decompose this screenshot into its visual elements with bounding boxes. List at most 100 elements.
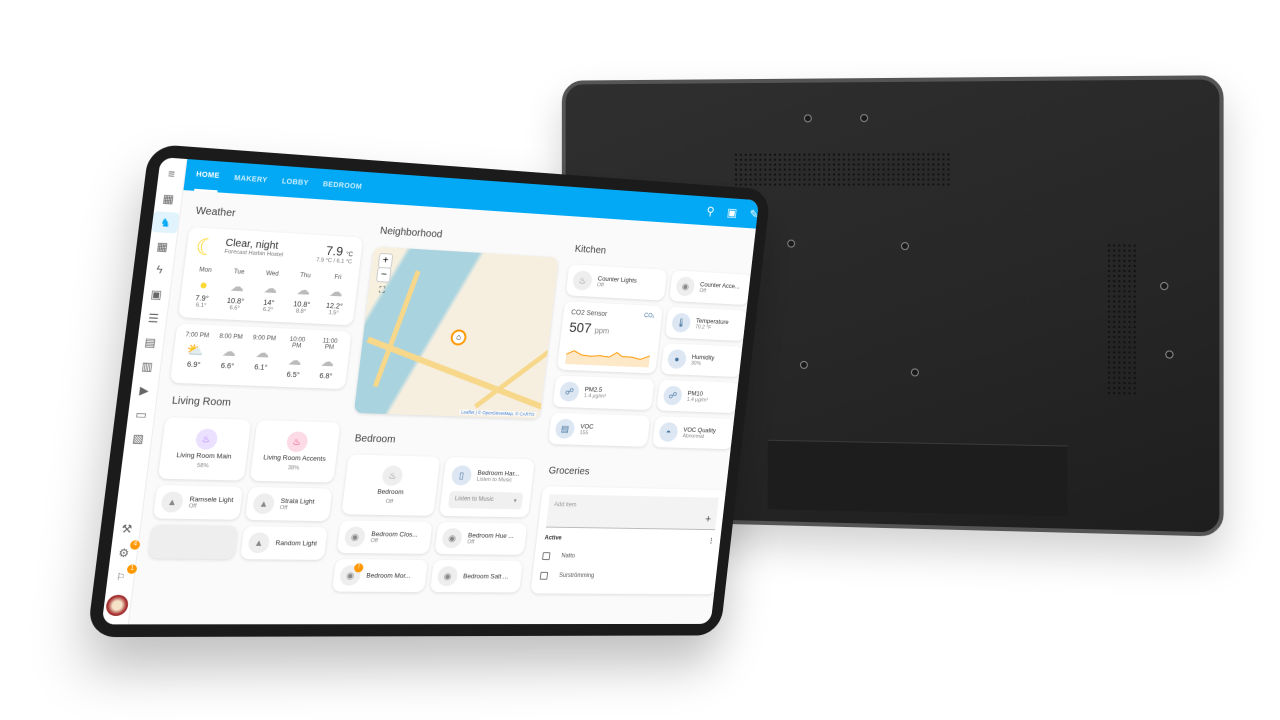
developer-tools-hammer-icon: ⚒ bbox=[120, 522, 133, 536]
home-assistant-dashboard: ≡ ▦ ♞ ▦ ϟ ▣ ☰ ▤ ▥ ▶ ▭ ▧ ⚒ ⚙ 4 ⚐ 1 HOME M… bbox=[101, 157, 760, 625]
tab-bedroom[interactable]: BEDROOM bbox=[321, 170, 363, 200]
menu-icon[interactable]: ≡ bbox=[157, 163, 185, 186]
sidebar-item-developer-tools[interactable]: ⚒ bbox=[112, 518, 141, 539]
sidebar-item-settings[interactable]: ⚙ 4 bbox=[109, 540, 141, 563]
light-tile-strala[interactable]: ▲ Strala Light Off bbox=[245, 486, 333, 522]
terminal-icon: ▭ bbox=[134, 408, 148, 422]
map-attribution[interactable]: Leaflet | © OpenStreetMap, © CARTO bbox=[458, 409, 537, 417]
screw bbox=[1165, 350, 1174, 359]
assist-chat-icon[interactable]: ▣ bbox=[726, 206, 738, 220]
sidebar-item-media[interactable]: ▶ bbox=[130, 379, 158, 401]
sidebar-item-calendar[interactable]: ▥ bbox=[133, 355, 161, 377]
forecast-day: Wed ☁ 14° 6.2° bbox=[255, 271, 285, 314]
forecast-hour: 9:00 PM ☁ 6.1° bbox=[247, 335, 277, 378]
sidebar-item-cat-dashboard[interactable]: ♞ bbox=[151, 211, 180, 234]
sidebar-item-person-board[interactable]: ▣ bbox=[142, 283, 170, 305]
settings-gear-icon: ⚙ bbox=[117, 546, 130, 560]
sidebar-item-dashboard[interactable]: ▦ bbox=[154, 187, 182, 209]
sidebar-item-energy[interactable]: ϟ bbox=[145, 259, 173, 281]
home-marker-icon[interactable]: ⌂ bbox=[449, 329, 468, 346]
activity-select[interactable]: Listen to Music ▾ bbox=[447, 491, 524, 510]
sensor-tile-humidity[interactable]: ● Humidity 30% bbox=[660, 343, 744, 378]
screw bbox=[1160, 281, 1169, 291]
neighborhood-section-title: Neighborhood bbox=[379, 225, 443, 241]
more-options-icon[interactable]: ⋮ bbox=[708, 538, 714, 545]
partly-cloudy-icon: ⛅ bbox=[185, 341, 206, 358]
ceiling-light-icon: ▲ bbox=[252, 493, 276, 515]
kitchen-section-title: Kitchen bbox=[574, 243, 607, 257]
co2-sparkline bbox=[565, 342, 651, 368]
user-avatar[interactable] bbox=[104, 594, 130, 616]
daily-forecast: Mon ● 7.9° 6.1° Tue ☁ 10.8° 6.6° Wed ☁ 14° 6.2° T… bbox=[188, 267, 351, 317]
bedroom-section-title: Bedroom bbox=[354, 433, 397, 446]
map-zoom-out-button[interactable]: − bbox=[375, 266, 392, 283]
checkbox[interactable] bbox=[539, 571, 549, 580]
thermometer-icon: 🌡 bbox=[671, 312, 692, 333]
light-tile-bedroom-closet[interactable]: ◉ Bedroom Clos... Off bbox=[336, 520, 433, 554]
dropdown-arrow-icon: ▾ bbox=[513, 498, 517, 505]
sensor-tile-voc-quality[interactable]: ◓ VOC Quality Abnormal bbox=[652, 416, 735, 450]
checkbox[interactable] bbox=[541, 552, 551, 561]
light-tile-bedroom-mor[interactable]: ◉! Bedroom Mor... bbox=[332, 559, 428, 593]
weather-temperature: 7.9 bbox=[325, 243, 344, 259]
bulb-icon: ◉ bbox=[675, 276, 696, 297]
person-board-icon: ▣ bbox=[149, 288, 163, 302]
co2-icon: CO₂ bbox=[643, 313, 655, 320]
light-tile-counter-accents[interactable]: ◉ Counter Acce... Off bbox=[669, 270, 752, 306]
weather-range: 7.9 °C / 6.1 °C bbox=[315, 257, 353, 266]
co2-sensor-card[interactable]: CO2 Sensor CO₂ 507 ppm bbox=[556, 301, 664, 374]
sensor-tile-pm10[interactable]: ☍ PM10 1.4 µg/m³ bbox=[656, 379, 740, 414]
light-tile-bedroom-salt[interactable]: ◉ Bedroom Salt ... bbox=[429, 559, 523, 593]
add-item-plus-icon[interactable]: + bbox=[704, 514, 711, 526]
cloud-icon: ☁ bbox=[221, 343, 238, 360]
light-tile-bedroom[interactable]: ♨ Bedroom Off bbox=[341, 454, 441, 516]
edit-pencil-icon[interactable]: ✎ bbox=[749, 207, 759, 221]
light-tile-random[interactable]: ▲ Random Light bbox=[240, 526, 328, 560]
shopping-list-card: Add item + Active ⋮ Natto Surströmming bbox=[530, 486, 727, 595]
map-fit-bounds-icon[interactable]: ⛶ bbox=[374, 283, 390, 297]
light-tile-living-room-accents[interactable]: ♨ Living Room Accents 38% bbox=[249, 419, 341, 483]
air-quality-icon: ◓ bbox=[658, 422, 679, 442]
forecast-day: Tue ☁ 10.8° 6.6° bbox=[222, 269, 252, 312]
light-tile-bedroom-hue[interactable]: ◉ Bedroom Hue ... Off bbox=[434, 521, 528, 555]
hourly-forecast-card[interactable]: 7:00 PM ⛅ 6.9° 8:00 PM ☁ 6.6° 9:00 PM ☁ 6.1° 1… bbox=[169, 323, 352, 390]
sensor-tile-temperature[interactable]: 🌡 Temperature 70.2 °F bbox=[664, 306, 748, 342]
screw bbox=[800, 360, 808, 369]
column-middle: Neighborhood + − ⛶ ⌂ Leaflet | © OpenStr… bbox=[330, 215, 563, 612]
tab-home[interactable]: HOME bbox=[194, 160, 222, 192]
living-room-section-title: Living Room bbox=[171, 395, 232, 409]
neighborhood-map[interactable]: + − ⛶ ⌂ Leaflet | © OpenStreetMap, © CAR… bbox=[353, 246, 559, 420]
light-tile-counter-lights[interactable]: ♨ Counter Lights Off bbox=[565, 264, 668, 301]
tab-lobby[interactable]: LOBBY bbox=[280, 168, 310, 197]
light-tile-placeholder[interactable] bbox=[147, 524, 239, 560]
light-tile-ramsele[interactable]: ▲ Ramsele Light Off bbox=[152, 484, 243, 520]
forecast-day: Mon ● 7.9° 6.1° bbox=[188, 267, 219, 311]
sensor-tile-pm25[interactable]: ☍ PM2.5 1.4 µg/m³ bbox=[552, 375, 655, 411]
notifications-bell-icon: ⚐ bbox=[115, 571, 126, 582]
forecast-hour: 8:00 PM ☁ 6.6° bbox=[213, 334, 243, 377]
bulb-icon: ◉ bbox=[343, 526, 367, 548]
sidebar-item-terminal[interactable]: ▭ bbox=[127, 403, 156, 425]
sidebar-item-list[interactable]: ☰ bbox=[139, 307, 167, 329]
sidebar-item-clipboard[interactable]: ▧ bbox=[124, 427, 153, 449]
sidebar-item-history[interactable]: ▤ bbox=[136, 331, 164, 353]
sidebar-item-notifications[interactable]: ⚐ 1 bbox=[106, 564, 138, 587]
screw bbox=[787, 239, 796, 248]
product-render: ≡ ▦ ♞ ▦ ϟ ▣ ☰ ▤ ▥ ▶ ▭ ▧ ⚒ ⚙ 4 ⚐ 1 HOME M… bbox=[0, 0, 1280, 720]
weather-section-title: Weather bbox=[195, 205, 237, 220]
forecast-day: Fri ☁ 12.2° 1.5° bbox=[321, 274, 350, 317]
chandelier-icon: ♨ bbox=[285, 431, 309, 453]
tab-makery[interactable]: MAKERY bbox=[232, 164, 269, 194]
sidebar-item-dashboard-2[interactable]: ▦ bbox=[148, 235, 176, 257]
list-icon: ☰ bbox=[147, 312, 160, 326]
forecast-day: Thu ☁ 10.8° 8.8° bbox=[288, 272, 318, 315]
search-icon[interactable]: ⚲ bbox=[706, 204, 715, 218]
add-item-input[interactable]: Add item + bbox=[545, 494, 719, 531]
column-right: Kitchen ♨ Counter Lights Off ◉ Counter Ac… bbox=[528, 228, 755, 612]
bulb-icon: ◉ bbox=[436, 566, 459, 587]
harmony-remote-card[interactable]: ▯ Bedroom Har... Listen to Music Listen t… bbox=[439, 456, 535, 518]
weather-forecast-card[interactable]: ☾ Clear, night Forecast Harbin Hostel 7.… bbox=[178, 226, 364, 326]
sensor-tile-voc[interactable]: ▤ VOC 155 bbox=[548, 412, 651, 447]
cloud-rain-icon: ☁ bbox=[229, 278, 246, 295]
light-tile-living-room-main[interactable]: ♨ Living Room Main 58% bbox=[157, 417, 252, 481]
